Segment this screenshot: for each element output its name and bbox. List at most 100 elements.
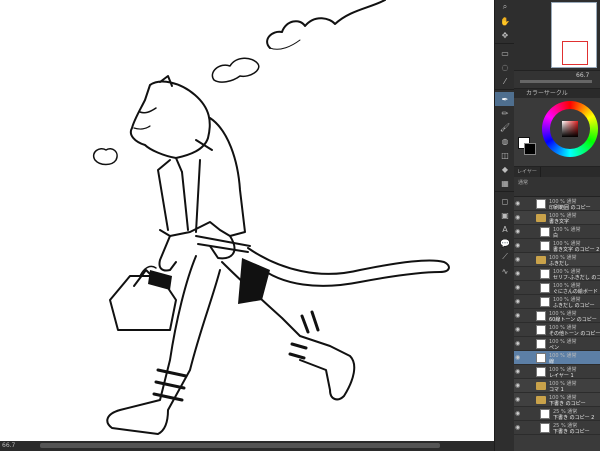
pencil-icon[interactable]: ✏ [495, 106, 515, 120]
brush-icon[interactable]: 🖌 [495, 120, 515, 134]
paint-app: 66.7 ⌕ ✋ ✥ ▭ ◌ ⁄ ✒ ✏ 🖌 ◍ ◫ ◆ ▦ ◻ ▣ A 💬 ⟋… [0, 0, 600, 451]
select-icon[interactable]: ▭ [495, 46, 515, 60]
layer-folder-row[interactable]: ◉ 100 % 通常 書き文字 [514, 211, 600, 225]
visibility-eye-icon[interactable]: ◉ [515, 340, 522, 347]
layer-thumbnail [536, 325, 546, 335]
layer-row[interactable]: ◉ 100 % 通常 その他トーン のコピー [514, 323, 600, 337]
layer-thumbnail [536, 199, 546, 209]
zoom-slider[interactable] [520, 80, 592, 83]
layer-row[interactable]: ◉ 25 % 通常 下書き のコピー [514, 421, 600, 435]
gradient-icon[interactable]: ▦ [495, 176, 515, 190]
lasso-icon[interactable]: ◌ [495, 60, 515, 74]
navigator-side-icons [516, 4, 528, 64]
layer-row[interactable]: ◉ 100 % 通常 書き文字 のコピー 2 [514, 239, 600, 253]
navigator-zoom-bar: 66.7 [514, 70, 600, 88]
tab-layer[interactable]: レイヤー [514, 167, 541, 177]
layer-row[interactable]: ◉ 100 % 通常 ペン [514, 337, 600, 351]
background-color-swatch[interactable] [524, 143, 536, 155]
layer-row[interactable]: ◉100 % 通常セリフ-ふきだし のコピー [514, 267, 600, 281]
tool-divider [495, 191, 514, 193]
folder-icon [536, 396, 546, 404]
navigator-zoom-value: 66.7 [576, 72, 590, 79]
layer-thumbnail [540, 423, 550, 433]
layer-row[interactable]: ◉ 100 % 通常白 [514, 225, 600, 239]
layer-name: レイヤー 1 [549, 373, 574, 379]
visibility-eye-icon[interactable]: ◉ [515, 410, 522, 417]
pen-icon[interactable]: ✒ [495, 92, 515, 106]
layer-thumbnail [536, 367, 546, 377]
color-panel: カラーサークル [514, 88, 600, 166]
layer-name: ふきだし [549, 261, 570, 267]
layer-name: 60線トーン のコピー [549, 317, 597, 323]
drawing-canvas[interactable]: 66.7 [0, 0, 494, 451]
visibility-eye-icon[interactable]: ◉ [515, 424, 522, 431]
layer-name: 書き文字 のコピー 2 [553, 247, 600, 253]
ruler-icon[interactable]: ⟋ [495, 250, 515, 264]
visibility-eye-icon[interactable]: ◉ [515, 368, 522, 375]
layer-properties: 通常 [514, 177, 600, 197]
layer-folder-row[interactable]: ◉ 100 % 通常 ふきだし [514, 253, 600, 267]
layer-name: ふきだし のコピー [553, 303, 595, 309]
visibility-eye-icon[interactable]: ◉ [515, 256, 522, 263]
visibility-eye-icon[interactable]: ◉ [515, 200, 522, 207]
horizontal-scrollbar[interactable] [40, 443, 440, 448]
fill-icon[interactable]: ◆ [495, 162, 515, 176]
layer-thumbnail [536, 311, 546, 321]
layer-name: 線 [549, 359, 555, 365]
navigator-view-frame[interactable] [562, 41, 588, 65]
layer-name: 白 [553, 233, 559, 239]
visibility-eye-icon[interactable]: ◉ [515, 284, 522, 291]
color-wheel[interactable] [542, 101, 598, 157]
saturation-value-square[interactable] [562, 121, 578, 137]
hand-icon[interactable]: ✋ [495, 14, 515, 28]
navigator-thumbnail[interactable] [551, 2, 597, 68]
visibility-eye-icon[interactable]: ◉ [515, 382, 522, 389]
frame-icon[interactable]: ▣ [495, 208, 515, 222]
shape-icon[interactable]: ◻ [495, 194, 515, 208]
layer-row[interactable]: ◉ 25 % 通常 下書き のコピー 2 [514, 407, 600, 421]
layer-thumbnail [540, 227, 550, 237]
airbrush-icon[interactable]: ◍ [495, 134, 515, 148]
eraser-icon[interactable]: ◫ [495, 148, 515, 162]
layer-row[interactable]: ◉ 100 % 通常線 [514, 351, 600, 365]
layer-panel-tabs: レイヤー [514, 167, 600, 177]
visibility-eye-icon[interactable]: ◉ [515, 312, 522, 319]
visibility-eye-icon[interactable]: ◉ [515, 214, 522, 221]
navigator-panel [514, 0, 600, 70]
layer-name: コマ 1 [549, 387, 564, 393]
zoom-readout: 66.7 [2, 442, 16, 449]
visibility-eye-icon[interactable]: ◉ [515, 396, 522, 403]
layer-folder-row[interactable]: ◉ 100 % 通常 下書き のコピー [514, 393, 600, 407]
folder-icon [536, 214, 546, 222]
blend-mode-select[interactable]: 通常 [518, 180, 528, 186]
layer-thumbnail [540, 269, 550, 279]
layer-row[interactable]: ◉ 100 % 通常 ぐにさんの絵ボード [514, 281, 600, 295]
layer-name: 下書き のコピー [549, 401, 586, 407]
layer-thumbnail [540, 241, 550, 251]
visibility-eye-icon[interactable]: ◉ [515, 354, 522, 361]
visibility-eye-icon[interactable]: ◉ [515, 242, 522, 249]
eyedropper-icon[interactable]: ⁄ [495, 74, 515, 88]
visibility-eye-icon[interactable]: ◉ [515, 270, 522, 277]
text-icon[interactable]: A [495, 222, 515, 236]
visibility-eye-icon[interactable]: ◉ [515, 326, 522, 333]
zoom-icon[interactable]: ⌕ [495, 0, 515, 14]
correct-line-icon[interactable]: ∿ [495, 264, 515, 278]
move-icon[interactable]: ✥ [495, 28, 515, 42]
layer-thumbnail [536, 339, 546, 349]
layer-name: 下書き のコピー [553, 429, 590, 435]
layer-folder-row[interactable]: ◉ 100 % 通常 コマ 1 [514, 379, 600, 393]
visibility-eye-icon[interactable]: ◉ [515, 298, 522, 305]
layer-thumbnail [540, 297, 550, 307]
tool-palette: ⌕ ✋ ✥ ▭ ◌ ⁄ ✒ ✏ 🖌 ◍ ◫ ◆ ▦ ◻ ▣ A 💬 ⟋ ∿ [494, 0, 515, 451]
visibility-eye-icon[interactable]: ◉ [515, 228, 522, 235]
layer-panel: レイヤー 通常 ◉ 100 % 通常 印刷範囲 のコピー ◉ 100 % 通常 書き文字 ◉… [514, 166, 600, 451]
layer-row[interactable]: ◉ 100 % 通常 印刷範囲 のコピー [514, 197, 600, 211]
layer-row[interactable]: ◉ 100 % 通常 ふきだし のコピー [514, 295, 600, 309]
color-wheel-center [550, 109, 590, 149]
layer-list: ◉ 100 % 通常 印刷範囲 のコピー ◉ 100 % 通常 書き文字 ◉ 100 % 通常… [514, 197, 600, 435]
layer-name: 下書き のコピー 2 [553, 415, 595, 421]
layer-row[interactable]: ◉ 100 % 通常 60線トーン のコピー [514, 309, 600, 323]
layer-row[interactable]: ◉ 100 % 通常 レイヤー 1 [514, 365, 600, 379]
balloon-icon[interactable]: 💬 [495, 236, 515, 250]
